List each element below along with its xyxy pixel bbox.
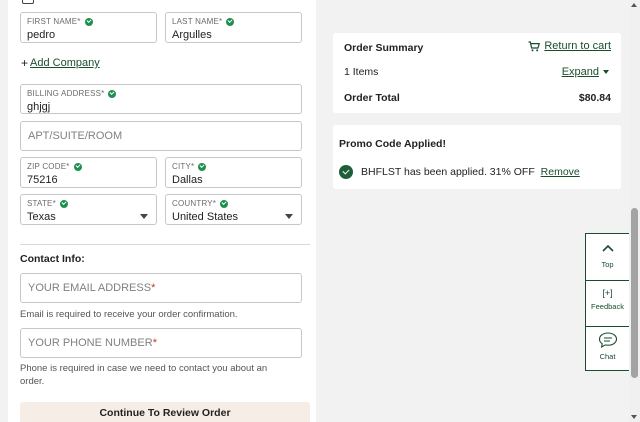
page-scrollbar[interactable] — [629, 0, 640, 422]
city-value: Dallas — [172, 174, 203, 186]
phone-placeholder: YOUR PHONE NUMBER — [28, 337, 153, 349]
state-label: STATE* — [27, 199, 56, 208]
check-circle-icon — [59, 199, 68, 208]
items-count: 1 Items — [344, 66, 379, 78]
country-value: United States — [172, 211, 239, 223]
chevron-down-icon — [285, 214, 293, 219]
feedback-button[interactable]: [+] Feedback — [586, 288, 629, 326]
return-to-cart-label: Return to cart — [544, 40, 611, 52]
return-to-cart-link[interactable]: Return to cart — [528, 40, 611, 52]
phone-field[interactable]: YOUR PHONE NUMBER* — [20, 328, 302, 358]
promo-message: BHFLST has been applied. 31% OFF — [361, 166, 535, 178]
zip-code-value: 75216 — [27, 174, 58, 186]
order-summary-title: Order Summary — [344, 42, 424, 54]
widget-divider — [586, 280, 629, 281]
cart-icon — [528, 40, 541, 51]
order-total-value: $80.84 — [578, 92, 611, 104]
promo-title: Promo Code Applied! — [339, 138, 446, 150]
plus-icon: + — [21, 56, 29, 70]
add-company-label: Add Company — [30, 57, 100, 69]
expand-label: Expand — [561, 66, 599, 78]
phone-hint: Phone is required in case we need to con… — [20, 363, 268, 387]
apt-suite-field[interactable]: APT/SUITE/ROOM — [20, 121, 302, 151]
billing-address-label: BILLING ADDRESS* — [27, 89, 105, 98]
email-field[interactable]: YOUR EMAIL ADDRESS* — [20, 273, 302, 303]
chat-icon — [598, 332, 617, 349]
first-name-field[interactable]: FIRST NAME* pedro — [20, 12, 157, 43]
country-select[interactable]: COUNTRY* United States — [165, 194, 302, 225]
state-value: Texas — [27, 211, 56, 223]
expand-link[interactable]: Expand — [562, 66, 609, 78]
apt-suite-placeholder: APT/SUITE/ROOM — [28, 130, 123, 142]
chevron-down-icon — [603, 70, 609, 74]
contact-info-heading: Contact Info: — [20, 253, 85, 265]
billing-address-value: ghjgj — [27, 101, 51, 113]
order-total-label: Order Total — [344, 92, 400, 104]
check-circle-icon — [84, 17, 93, 26]
floating-side-widget: Top [+] Feedback Chat — [585, 233, 630, 371]
chevron-up-icon — [601, 244, 614, 252]
top-label: Top — [601, 260, 614, 269]
zip-code-field[interactable]: ZIP CODE* 75216 — [20, 157, 157, 188]
scroll-up-arrow-icon[interactable] — [631, 3, 637, 7]
section-divider — [20, 244, 310, 245]
check-circle-icon — [220, 199, 229, 208]
country-label: COUNTRY* — [172, 199, 217, 208]
first-name-label: FIRST NAME* — [27, 17, 81, 26]
remove-promo-link[interactable]: Remove — [541, 166, 580, 178]
email-placeholder: YOUR EMAIL ADDRESS — [28, 282, 152, 294]
required-mark: * — [152, 337, 157, 349]
zip-code-label: ZIP CODE* — [27, 162, 70, 171]
last-name-field[interactable]: LAST NAME* Argulles — [165, 12, 302, 43]
chat-button[interactable]: Chat — [586, 331, 629, 369]
check-circle-icon — [108, 89, 117, 98]
back-to-top-button[interactable]: Top — [586, 242, 629, 280]
chevron-down-icon — [140, 214, 148, 219]
last-name-value: Argulles — [172, 29, 212, 41]
billing-address-field[interactable]: BILLING ADDRESS* ghjgj — [20, 84, 302, 114]
scrollbar-thumb[interactable] — [631, 208, 638, 378]
state-select[interactable]: STATE* Texas — [20, 194, 157, 225]
continue-to-review-button[interactable]: Continue To Review Order — [20, 402, 310, 422]
checkbox-icon[interactable] — [22, 0, 34, 4]
order-summary-card: Order Summary Return to cart 1 Items Exp… — [333, 33, 621, 113]
check-circle-icon — [226, 17, 235, 26]
chat-label: Chat — [599, 352, 616, 361]
city-field[interactable]: CITY* Dallas — [165, 157, 302, 188]
check-circle-icon — [339, 165, 353, 179]
scroll-down-arrow-icon[interactable] — [631, 415, 637, 419]
promo-code-card: Promo Code Applied! BHFLST has been appl… — [333, 125, 621, 189]
last-name-label: LAST NAME* — [172, 17, 223, 26]
check-circle-icon — [198, 162, 207, 171]
widget-divider — [586, 326, 629, 327]
checkout-form-panel: FIRST NAME* pedro LAST NAME* Argulles + … — [8, 0, 316, 422]
feedback-icon: [+] — [602, 288, 613, 298]
required-mark: * — [151, 282, 156, 294]
city-label: CITY* — [172, 162, 195, 171]
first-name-value: pedro — [27, 29, 56, 41]
feedback-label: Feedback — [591, 302, 624, 311]
check-circle-icon — [73, 162, 82, 171]
email-hint: Email is required to receive your order … — [20, 309, 238, 320]
add-company-link[interactable]: + Add Company — [21, 56, 100, 70]
